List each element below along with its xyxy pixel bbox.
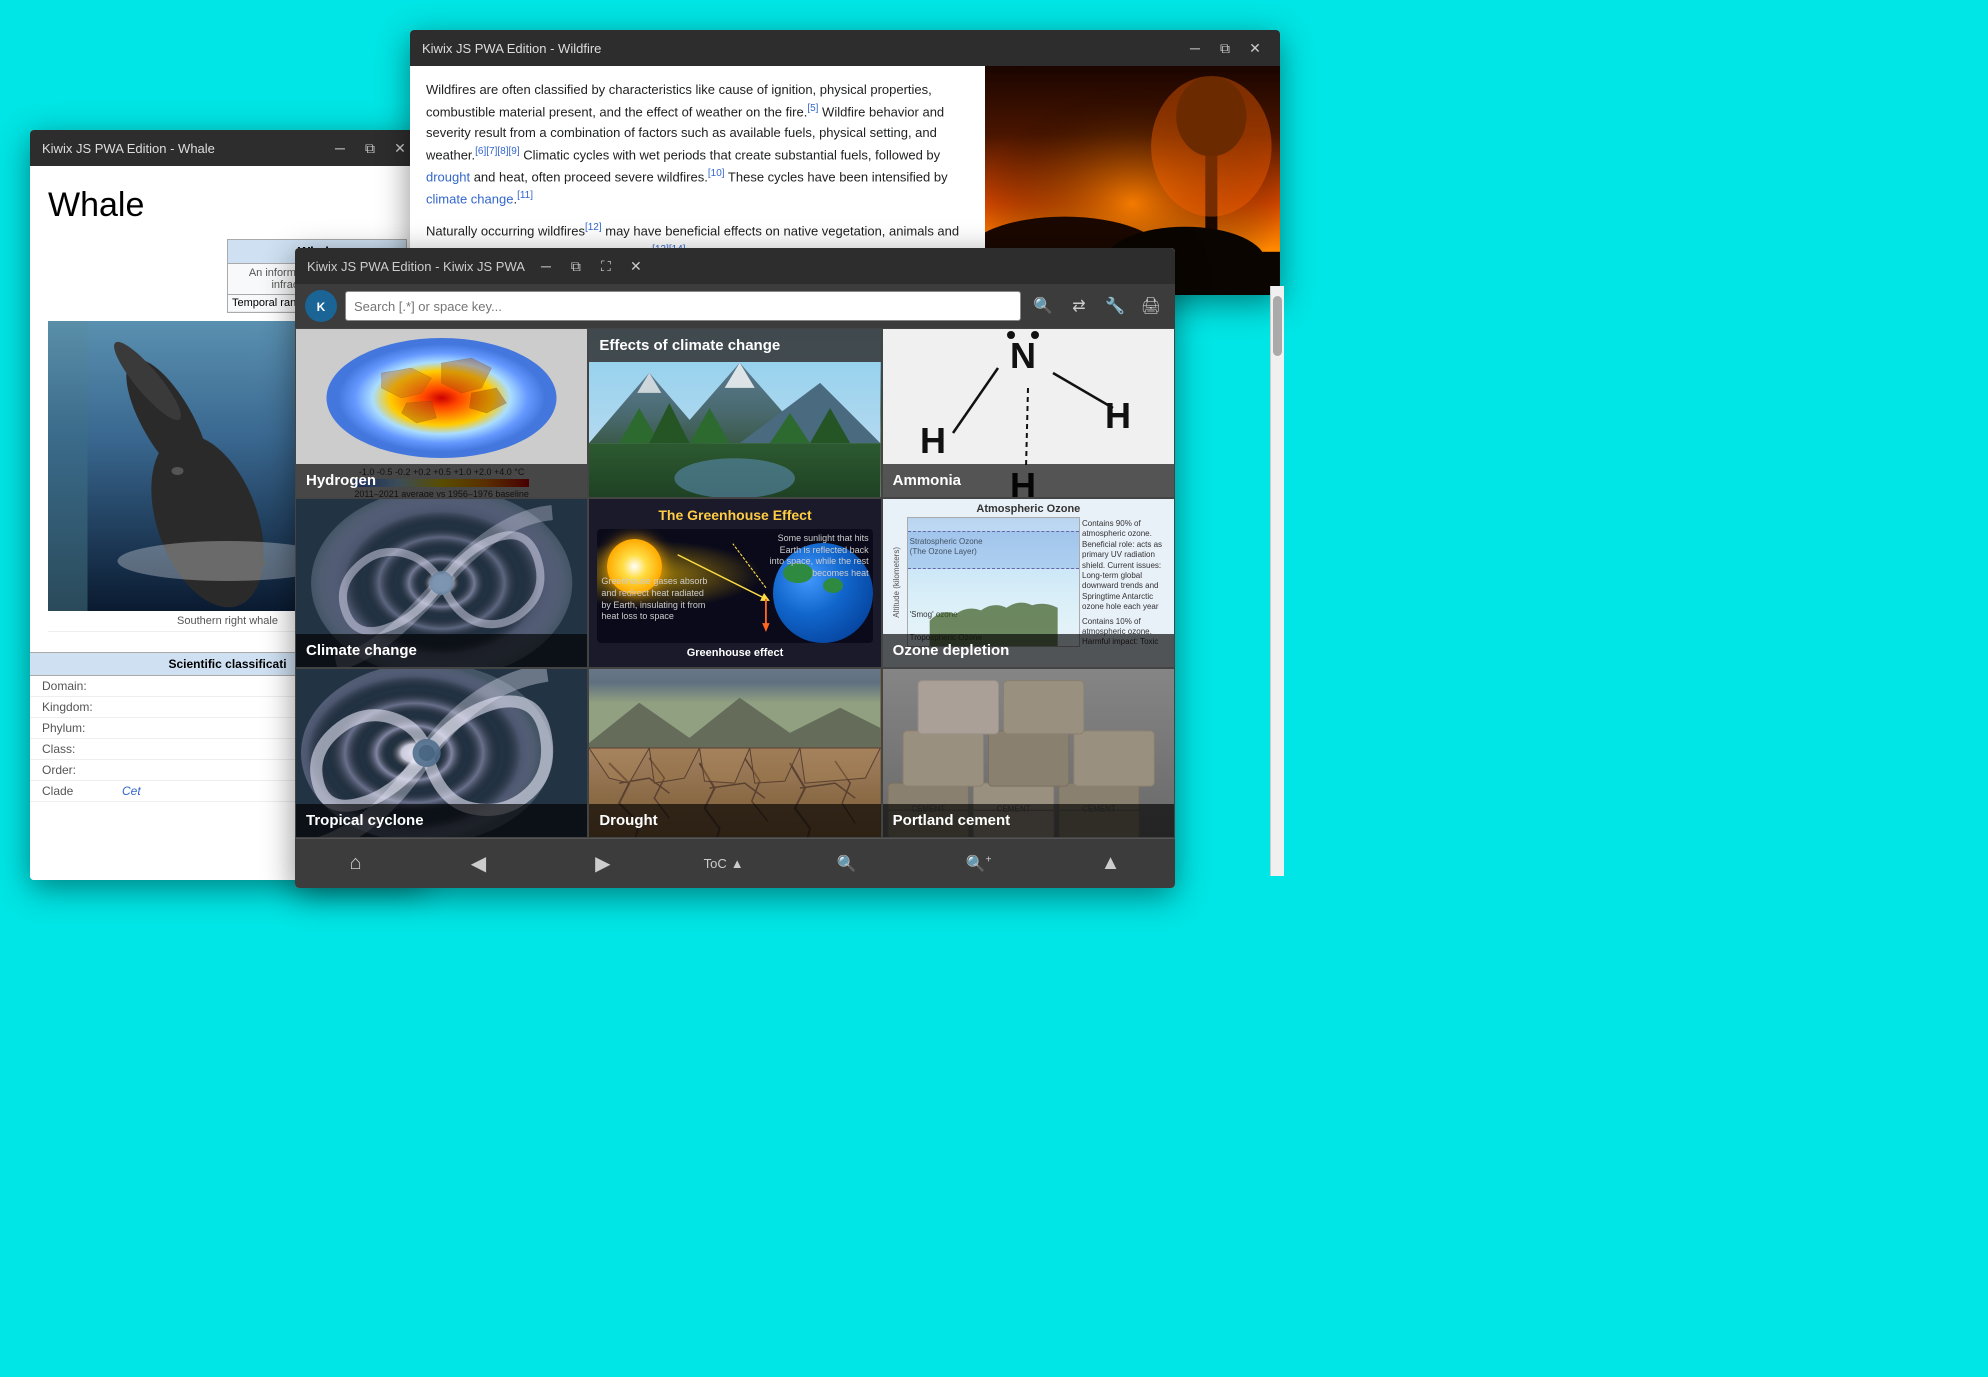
svg-text:H: H	[920, 420, 946, 461]
hydrogen-label: Hydrogen	[296, 464, 587, 497]
climate-change-link[interactable]: climate change	[426, 191, 513, 206]
tropical-cyclone-label: Tropical cyclone	[296, 804, 587, 837]
kiwix-titlebar: Kiwix JS PWA Edition - Kiwix JS PWA ─ ⧉ …	[295, 248, 1175, 284]
restore-button[interactable]: ⧉	[563, 255, 589, 277]
grid-cell-hydrogen[interactable]: Temperature change in the last 50 years	[295, 328, 588, 498]
search-icon[interactable]: 🔍	[1029, 292, 1057, 320]
grid-cell-climate-change[interactable]: Climate change	[295, 498, 588, 668]
search-input[interactable]	[345, 291, 1021, 321]
whale-titlebar: Kiwix JS PWA Edition - Whale ─ ⧉ ✕	[30, 130, 425, 166]
wildfire-titlebar: Kiwix JS PWA Edition - Wildfire ─ ⧉ ✕	[410, 30, 1280, 66]
kiwix-toolbar: K 🔍 ⇄ 🔧 🖨	[295, 284, 1175, 328]
ozone-label: Ozone depletion	[883, 634, 1174, 667]
zoom-in-button[interactable]: 🔍+	[950, 846, 1008, 882]
scrollbar-thumb	[1273, 296, 1282, 356]
grid-cell-ozone[interactable]: Atmospheric Ozone Altitude (kilometers) …	[882, 498, 1175, 668]
back-button[interactable]: ◀	[455, 843, 502, 884]
kiwix-logo: K	[305, 290, 337, 322]
wildfire-title: Kiwix JS PWA Edition - Wildfire	[422, 41, 1174, 56]
grid-cell-portland-cement[interactable]: CEMENT CEMENT CEMENT Portland cement	[882, 668, 1175, 838]
temperature-map-visual	[314, 333, 569, 463]
whale-article-title: Whale	[48, 186, 407, 225]
ozone-chart: Altitude (kilometers) Stratospheric Ozon…	[887, 517, 1170, 647]
grid-cell-drought[interactable]: Drought	[588, 668, 881, 838]
svg-text:H: H	[1105, 395, 1131, 436]
grid-cell-tropical-cyclone[interactable]: Tropical cyclone	[295, 668, 588, 838]
drought-link[interactable]: drought	[426, 169, 470, 184]
greenhouse-title: The Greenhouse Effect	[658, 507, 811, 523]
grid-cell-greenhouse[interactable]: The Greenhouse Effect Some sunlight that…	[588, 498, 881, 668]
settings-icon[interactable]: 🔧	[1101, 292, 1129, 320]
drought-label: Drought	[589, 804, 880, 837]
restore-button[interactable]: ⧉	[1212, 37, 1238, 59]
ozone-chart-area: Stratospheric Ozone(The Ozone Layer) 'Sm…	[907, 517, 1080, 647]
greenhouse-arrows	[597, 529, 872, 643]
close-button[interactable]: ✕	[623, 255, 649, 277]
toc-button[interactable]: ToC ▲	[704, 856, 744, 871]
y-axis: Altitude (kilometers)	[887, 517, 907, 647]
greenhouse-scene: Some sunlight that hits Earth is reflect…	[597, 529, 872, 643]
zoom-out-button[interactable]: 🔍	[821, 846, 873, 882]
effects-climate-label: Effects of climate change	[589, 329, 880, 362]
minimize-button[interactable]: ─	[327, 137, 353, 159]
forward-button[interactable]: ▶	[579, 843, 626, 884]
minimize-button[interactable]: ─	[533, 255, 559, 277]
grid-cell-effects-climate[interactable]: Effects of climate change	[588, 328, 881, 498]
ammonia-label: Ammonia	[883, 464, 1174, 497]
svg-text:N: N	[1010, 335, 1036, 376]
ozone-chart-title: Atmospheric Ozone	[887, 503, 1170, 515]
scroll-top-button[interactable]: ▲	[1085, 844, 1137, 883]
kiwix-title: Kiwix JS PWA Edition - Kiwix JS PWA	[307, 259, 525, 274]
kiwix-scrollbar[interactable]	[1270, 286, 1284, 876]
grid-cell-ammonia[interactable]: N H H H	[882, 328, 1175, 498]
y-axis-label: Altitude (kilometers)	[892, 547, 901, 618]
random-icon[interactable]: ⇄	[1065, 292, 1093, 320]
svg-text:K: K	[317, 300, 326, 314]
fullscreen-button[interactable]: ⛶	[593, 255, 619, 277]
map-title: Temperature change in the last 50 years	[344, 328, 540, 329]
article-grid: Temperature change in the last 50 years	[295, 328, 1175, 838]
kiwix-main-window: Kiwix JS PWA Edition - Kiwix JS PWA ─ ⧉ …	[295, 248, 1175, 888]
climate-change-label: Climate change	[296, 634, 587, 667]
minimize-button[interactable]: ─	[1182, 37, 1208, 59]
restore-button[interactable]: ⧉	[357, 137, 383, 159]
home-button[interactable]: ⌂	[334, 844, 378, 883]
ozone-description: Contains 90% of atmospheric ozone. Benef…	[1080, 517, 1170, 647]
whale-title: Kiwix JS PWA Edition - Whale	[42, 141, 319, 156]
close-button[interactable]: ✕	[1242, 37, 1268, 59]
greenhouse-content: The Greenhouse Effect Some sunlight that…	[589, 499, 880, 667]
ozone-layer-band	[908, 531, 1079, 569]
bottom-navigation: ⌂ ◀ ▶ ToC ▲ 🔍 🔍+ ▲	[295, 838, 1175, 888]
portland-cement-label: Portland cement	[883, 804, 1174, 837]
print-icon[interactable]: 🖨	[1137, 292, 1165, 320]
greenhouse-effect-label: Greenhouse effect	[687, 647, 784, 659]
